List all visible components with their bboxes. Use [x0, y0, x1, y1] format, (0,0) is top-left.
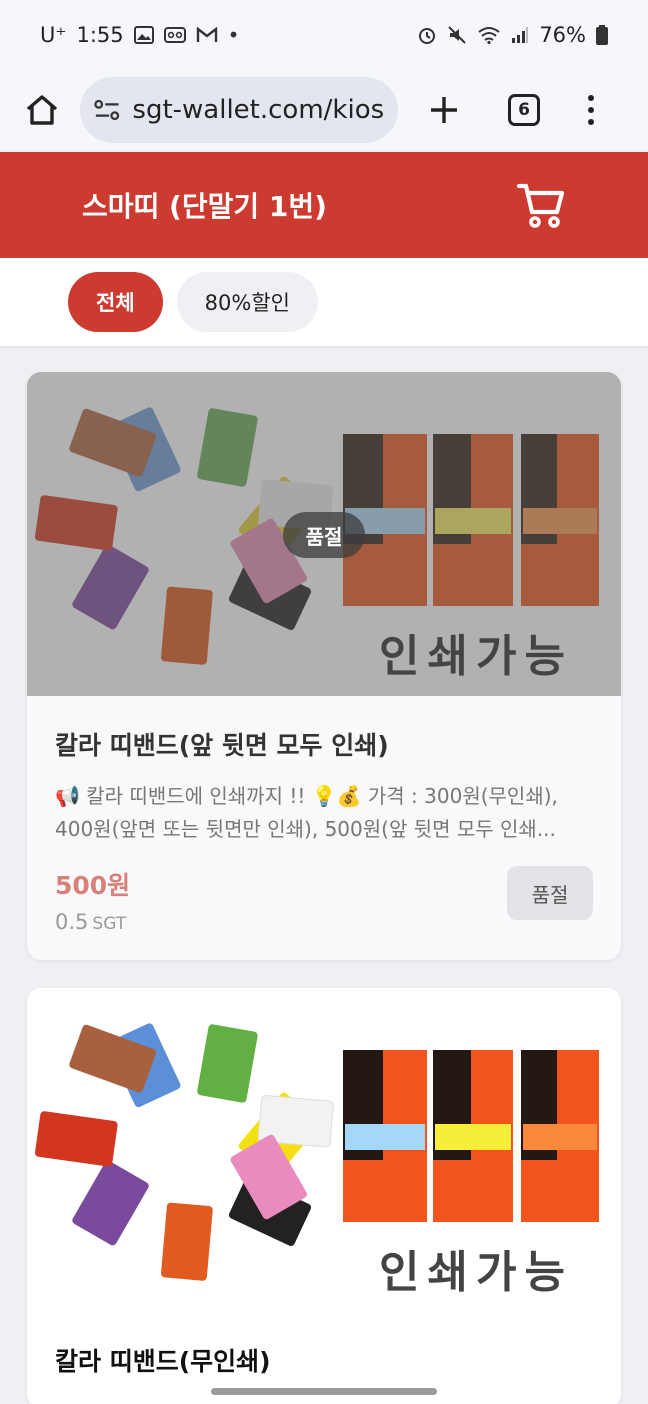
- image-caption: 인쇄가능: [379, 1247, 573, 1298]
- plus-icon: [431, 97, 457, 123]
- status-left: U⁺ 1:55 •: [40, 23, 239, 47]
- menu-dot: [588, 95, 594, 101]
- notification-dot-icon: •: [227, 23, 240, 47]
- product-image: 인쇄가능: [27, 988, 621, 1312]
- clock: 1:55: [76, 23, 124, 47]
- battery-percent: 76%: [539, 23, 586, 47]
- category-filter-row: 전체 80%할인: [0, 258, 648, 346]
- new-tab-button[interactable]: [422, 88, 466, 132]
- gmail-icon: [196, 27, 217, 42]
- product-description: 📢 칼라 띠밴드에 인쇄까지 !! 💡💰 가격 : 300원(무인쇄), 400…: [55, 784, 558, 841]
- filter-chip-discount[interactable]: 80%할인: [176, 272, 318, 332]
- home-icon: [26, 95, 58, 125]
- price-row: 500원 0.5 SGT 품절: [55, 866, 593, 936]
- battery-icon: [596, 25, 608, 45]
- voicemail-icon: [163, 27, 186, 43]
- product-name: 칼라 띠밴드(무인쇄): [55, 1347, 271, 1376]
- page-title: 스마띠 (단말기 1번): [82, 190, 327, 223]
- browser-menu-button[interactable]: [586, 95, 596, 125]
- gesture-nav-handle[interactable]: [211, 1388, 437, 1395]
- tab-switcher-button[interactable]: 6: [508, 94, 540, 126]
- cart-icon[interactable]: [516, 180, 566, 230]
- carrier-label: U⁺: [40, 23, 67, 47]
- wifi-icon: [478, 27, 500, 44]
- sgt-unit: SGT: [92, 914, 127, 934]
- product-info: 칼라 띠밴드(앞 뒷면 모두 인쇄) 📢 칼라 띠밴드에 인쇄까지 !! 💡💰 …: [27, 696, 621, 936]
- filter-chip-all[interactable]: 전체: [68, 272, 163, 332]
- product-image: 인쇄가능 품절: [27, 372, 621, 696]
- app-header: 스마띠 (단말기 1번): [0, 152, 648, 258]
- menu-dot: [588, 119, 594, 125]
- image-caption: 인쇄가능: [379, 631, 573, 682]
- status-right: 76%: [417, 23, 608, 47]
- kiosk-page: U⁺ 1:55 • 76% sgt-wallet.com/kiosk 6 스마띠…: [0, 0, 648, 1404]
- address-bar[interactable]: sgt-wallet.com/kiosk: [80, 77, 398, 143]
- status-bar: U⁺ 1:55 • 76%: [0, 0, 648, 70]
- browser-toolbar: sgt-wallet.com/kiosk 6: [0, 70, 648, 150]
- mute-icon: [448, 26, 467, 44]
- menu-dot: [588, 107, 594, 113]
- gallery-icon: [133, 26, 154, 44]
- signal-icon: [512, 27, 529, 43]
- sold-out-overlay: 품절: [283, 512, 365, 558]
- alarm-icon: [419, 28, 436, 44]
- site-settings-icon[interactable]: [94, 98, 120, 122]
- home-button[interactable]: [20, 88, 64, 132]
- sold-out-button[interactable]: 품절: [507, 866, 593, 920]
- product-info: 칼라 띠밴드(무인쇄): [27, 1312, 621, 1378]
- product-card[interactable]: 인쇄가능 칼라 띠밴드(무인쇄): [27, 988, 621, 1404]
- url-text[interactable]: sgt-wallet.com/kiosk: [132, 95, 384, 125]
- sgt-amount: 0.5: [55, 910, 89, 934]
- product-name: 칼라 띠밴드(앞 뒷면 모두 인쇄): [55, 731, 389, 760]
- product-card[interactable]: 인쇄가능 품절 칼라 띠밴드(앞 뒷면 모두 인쇄) 📢 칼라 띠밴드에 인쇄까…: [27, 372, 621, 960]
